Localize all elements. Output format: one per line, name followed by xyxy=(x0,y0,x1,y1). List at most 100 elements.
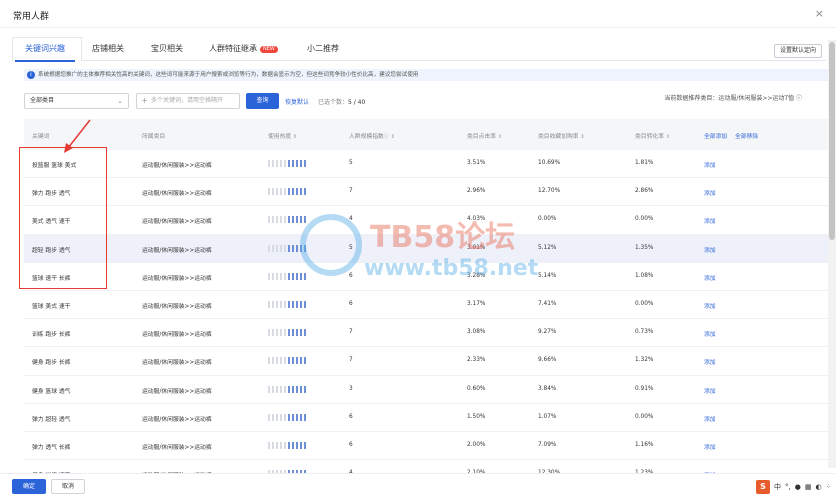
heat-bar-segment xyxy=(304,441,306,449)
table-row: 弹力 超轻 透气 运动服/休闲服装>>运动裤 6 1.50% 1.07% 0.00% 添加 xyxy=(24,404,830,432)
category-cell: 运动服/休闲服装>>运动裤 xyxy=(142,275,212,282)
heat-bar-segment xyxy=(276,300,278,308)
table-row: 投篮服 篮球 美式 运动服/休闲服装>>运动裤 5 3.51% 10.69% 1.81% 添… xyxy=(24,150,830,179)
add-link[interactable]: 添加 xyxy=(704,329,716,338)
heat-bar-segment xyxy=(296,216,298,224)
heat-bar-segment xyxy=(304,385,306,393)
header-click-rate[interactable]: 类目点击率 ⇕ xyxy=(467,131,502,140)
heat-bar-segment xyxy=(292,188,294,196)
conv-rate-cell: 2.86% xyxy=(635,188,654,195)
add-link[interactable]: 添加 xyxy=(704,160,716,169)
keyword-cell: 弹力 跑步 透气 xyxy=(32,191,71,198)
remove-all-link[interactable]: 全部移除 xyxy=(735,131,758,140)
add-link[interactable]: 添加 xyxy=(704,414,716,423)
header-search-index-label: 人群规模指数 xyxy=(349,134,384,140)
heat-bar-segment xyxy=(292,329,294,337)
heat-bar-segment xyxy=(304,188,306,196)
fav-rate-cell: 5.12% xyxy=(538,244,557,251)
add-link[interactable]: 添加 xyxy=(704,188,716,197)
query-button[interactable]: 查询 xyxy=(246,93,279,109)
conv-rate-cell: 1.08% xyxy=(635,272,654,279)
notice-text: 系统根据您推广的主体推荐相关性高的关键词，这些词可能来源于用户搜索或浏览等行为，… xyxy=(38,72,419,78)
tab-shop[interactable]: 店铺相关 xyxy=(92,43,124,54)
heat-bar-segment xyxy=(284,244,286,252)
add-link[interactable]: 添加 xyxy=(704,442,716,451)
tab-item[interactable]: 宝贝相关 xyxy=(151,43,183,54)
click-rate-cell: 1.50% xyxy=(467,413,486,420)
cancel-button[interactable]: 取消 xyxy=(51,479,85,494)
conv-rate-cell: 0.91% xyxy=(635,385,654,392)
add-link[interactable]: 添加 xyxy=(704,386,716,395)
heat-bar-segment xyxy=(288,160,290,167)
heat-bar-segment xyxy=(268,441,270,449)
heat-bar-segment xyxy=(268,385,270,393)
dialog-header: 常用人群 × xyxy=(0,0,836,28)
recommend-category-label: 当前数据推荐类目：运动服/休闲服装>>运动T恤 xyxy=(664,95,795,102)
heat-bar-segment xyxy=(280,160,282,167)
heat-bar-segment xyxy=(288,385,290,393)
heat-bar-segment xyxy=(300,272,302,280)
heat-bar-segment xyxy=(272,160,274,167)
click-rate-cell: 0.60% xyxy=(467,385,486,392)
search-index-cell: 3 xyxy=(349,385,353,392)
search-index-cell: 6 xyxy=(349,300,353,307)
header-heat[interactable]: 使用热度 ⇕ xyxy=(268,131,297,140)
search-index-cell: 7 xyxy=(349,357,353,364)
header-keyword: 关键词 xyxy=(32,134,50,140)
reset-default-link[interactable]: 恢复默认 xyxy=(285,97,309,106)
heat-bar-segment xyxy=(304,357,306,365)
heat-bar-segment xyxy=(296,300,298,308)
header-heat-label: 使用热度 xyxy=(268,134,292,140)
confirm-button[interactable]: 确定 xyxy=(12,479,46,494)
heat-bar-segment xyxy=(268,357,270,365)
heat-bar-segment xyxy=(304,216,306,224)
keyword-cell: 弹力 透气 长裤 xyxy=(32,444,71,451)
recommend-category-text: 当前数据推荐类目：运动服/休闲服装>>运动T恤 ⓘ xyxy=(664,93,802,102)
heat-bar xyxy=(268,385,306,393)
heat-bar-segment xyxy=(296,160,298,167)
heat-bar-segment xyxy=(268,329,270,337)
tab-crowd-inherit[interactable]: 人群特征继承 NEW xyxy=(209,43,278,54)
add-all-link[interactable]: 全部添加 xyxy=(704,131,727,140)
keyword-cell: 健身 跑步 长裤 xyxy=(32,360,71,367)
close-icon[interactable]: × xyxy=(815,7,824,20)
header-fav-rate-label: 类目收藏加购率 xyxy=(538,134,579,140)
sort-icon: ⇕ xyxy=(390,134,395,140)
add-link[interactable]: 添加 xyxy=(704,245,716,254)
header-conv-rate[interactable]: 类目转化率 ⇕ xyxy=(635,131,670,140)
heat-bar-segment xyxy=(280,385,282,393)
heat-bar-segment xyxy=(304,300,306,308)
add-link[interactable]: 添加 xyxy=(704,301,716,310)
menu-grid-icon: ⁘ xyxy=(825,482,832,491)
heat-bar-segment xyxy=(300,188,302,196)
heat-bar-segment xyxy=(284,385,286,393)
click-rate-cell: 2.96% xyxy=(467,188,486,195)
heat-bar-segment xyxy=(284,160,286,167)
add-link[interactable]: 添加 xyxy=(704,216,716,225)
heat-bar-segment xyxy=(304,244,306,252)
skin-icon: ◐ xyxy=(815,482,822,491)
keyword-search-input[interactable]: + 多个关键词，请用空格隔开 xyxy=(136,93,240,109)
header-fav-rate[interactable]: 类目收藏加购率 ⇕ xyxy=(538,131,585,140)
heat-bar-segment xyxy=(300,357,302,365)
heat-bar-segment xyxy=(300,329,302,337)
heat-bar-segment xyxy=(272,357,274,365)
ime-toolbar[interactable]: S 中 °, ● ▦ ◐ ⁘ xyxy=(756,479,831,494)
scrollbar[interactable] xyxy=(828,40,836,468)
dialog-footer: 确定 取消 S 中 °, ● ▦ ◐ ⁘ xyxy=(0,473,836,500)
add-link[interactable]: 添加 xyxy=(704,357,716,366)
set-default-button[interactable]: 设置默认定向 xyxy=(773,44,822,58)
fav-rate-cell: 5.14% xyxy=(538,272,557,279)
header-search-index[interactable]: 人群规模指数ⓘ ⇕ xyxy=(349,131,395,140)
table-row: 美式 透气 速干 运动服/休闲服装>>运动裤 4 4.03% 0.00% 0.00% 添加 xyxy=(24,206,830,235)
selected-count-label: 已选个数： xyxy=(318,99,349,106)
tab-recommend[interactable]: 小二推荐 xyxy=(307,43,339,54)
tab-keyword-interest[interactable]: 关键词兴趣 xyxy=(15,43,75,62)
heat-bar-segment xyxy=(292,413,294,421)
punctuation-icon: °, xyxy=(785,482,791,491)
category-select[interactable]: 全部类目 ⌄ xyxy=(24,93,129,109)
heat-bar-segment xyxy=(292,244,294,252)
add-link[interactable]: 添加 xyxy=(704,273,716,282)
heat-bar-segment xyxy=(292,216,294,224)
scrollbar-thumb[interactable] xyxy=(829,42,835,240)
